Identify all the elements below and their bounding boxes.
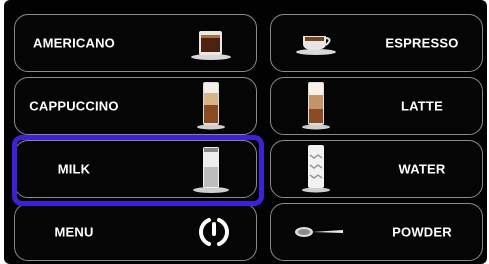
menu-label: MENU (54, 224, 94, 240)
selection-highlight (12, 135, 264, 206)
water-glass-icon (302, 145, 330, 193)
powder-label: POWDER (392, 224, 452, 240)
water-label: WATER (398, 161, 446, 177)
espresso-cup-icon (296, 36, 336, 55)
espresso-button[interactable]: ESPRESSO (270, 14, 483, 72)
americano-button[interactable]: AMERICANO (14, 14, 257, 72)
cappuccino-button[interactable]: CAPPUCCINO (14, 77, 257, 135)
menu-button[interactable]: MENU (14, 203, 257, 261)
espresso-label: ESPRESSO (385, 35, 459, 51)
latte-glass-icon (302, 82, 330, 130)
cappuccino-label: CAPPUCCINO (29, 98, 119, 114)
menu-dial-icon (199, 218, 229, 246)
powder-spoon-icon (295, 227, 343, 237)
water-button[interactable]: WATER (270, 140, 483, 198)
cappuccino-glass-icon (197, 82, 225, 130)
americano-cup-icon (191, 31, 231, 60)
powder-button[interactable]: POWDER (270, 203, 483, 261)
latte-button[interactable]: LATTE (270, 77, 483, 135)
americano-label: AMERICANO (33, 35, 115, 51)
coffee-machine-screen: AMERICANO CAPPUCCINO MILK MENU ESPRESSO … (4, 0, 487, 264)
latte-label: LATTE (401, 98, 443, 114)
